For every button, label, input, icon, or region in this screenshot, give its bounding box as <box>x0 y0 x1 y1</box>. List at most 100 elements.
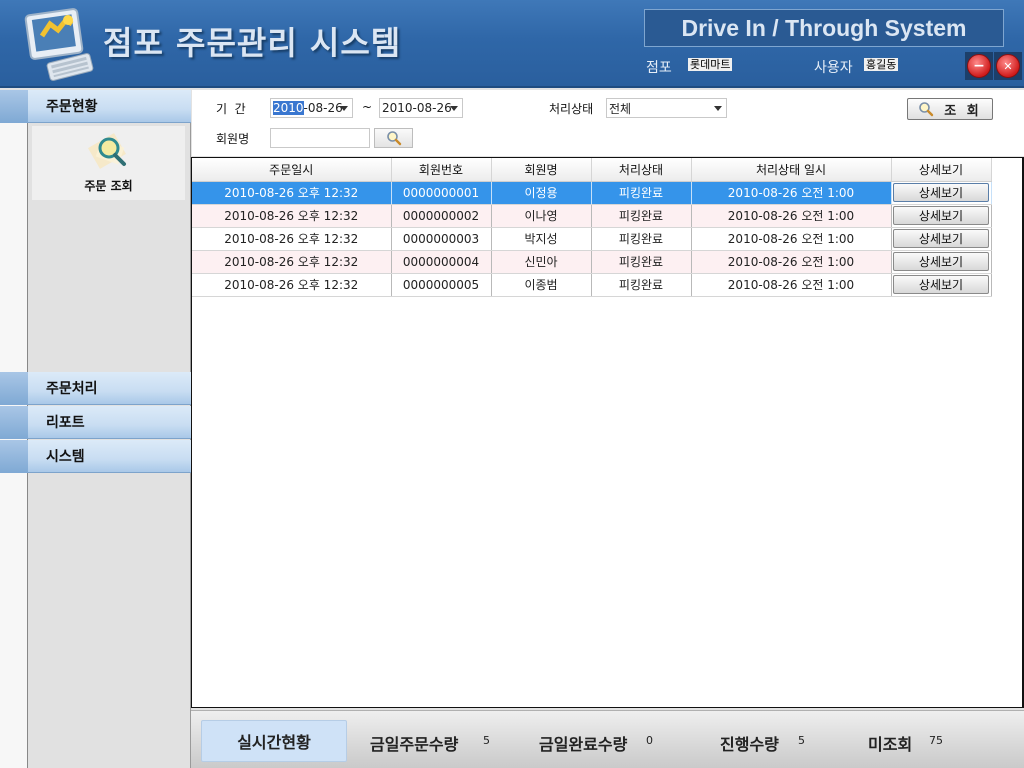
date-from-rest: -08-26 <box>303 101 343 115</box>
table-row[interactable]: 2010-08-26 오후 12:32 0000000004 신민아 피킹완료 … <box>192 250 992 274</box>
unviewed-value: 75 <box>929 734 943 747</box>
orders-table: 주문일시 회원번호 회원명 처리상태 처리상태 일시 상세보기 2010-08-… <box>192 158 992 297</box>
column-header-order-time[interactable]: 주문일시 <box>192 158 392 182</box>
table-row[interactable]: 2010-08-26 오후 12:32 0000000001 이정용 피킹완료 … <box>192 181 992 205</box>
chevron-down-icon[interactable] <box>714 106 722 111</box>
cell-member-no: 0000000003 <box>391 227 492 251</box>
computer-logo-icon <box>24 8 94 81</box>
date-from-year-selected: 2010 <box>273 101 304 115</box>
column-header-status-time[interactable]: 처리상태 일시 <box>691 158 892 182</box>
sidebar-subitem-label: 주문 조회 <box>84 179 133 193</box>
sidebar-item-system[interactable]: 시스템 <box>28 440 191 473</box>
cell-status: 피킹완료 <box>591 273 692 297</box>
column-header-member-no[interactable]: 회원번호 <box>391 158 492 182</box>
period-label: 기 간 <box>216 102 246 116</box>
minimize-icon: − <box>973 58 985 74</box>
member-search-button[interactable] <box>374 128 413 148</box>
unviewed-label: 미조회 <box>868 735 913 754</box>
cell-member-name: 이종범 <box>491 273 592 297</box>
member-name-input[interactable] <box>270 128 370 148</box>
sidebar-item-order-status[interactable]: 주문현황 <box>28 90 191 123</box>
cell-status-time: 2010-08-26 오전 1:00 <box>691 181 892 205</box>
close-icon: ✕ <box>1003 59 1013 73</box>
minimize-button[interactable]: − <box>967 54 991 78</box>
cell-detail: 상세보기 <box>891 204 992 228</box>
cell-status: 피킹완료 <box>591 227 692 251</box>
cell-status: 피킹완료 <box>591 250 692 274</box>
orders-grid: 주문일시 회원번호 회원명 처리상태 처리상태 일시 상세보기 2010-08-… <box>191 157 1024 708</box>
cell-member-name: 이정용 <box>491 181 592 205</box>
strip-band <box>0 372 28 405</box>
left-strip <box>0 90 28 768</box>
today-orders-value: 5 <box>483 734 490 747</box>
sidebar-subitem-order-search[interactable]: 주문 조회 <box>32 126 185 200</box>
live-status-tab[interactable]: 실시간현황 <box>201 720 347 762</box>
status-select[interactable]: 전체 <box>606 98 727 118</box>
cell-status-time: 2010-08-26 오전 1:00 <box>691 273 892 297</box>
cell-order-time: 2010-08-26 오후 12:32 <box>192 273 392 297</box>
search-button[interactable]: 조 회 <box>907 98 993 120</box>
member-name-label: 회원명 <box>216 132 250 146</box>
cell-status: 피킹완료 <box>591 181 692 205</box>
date-from-picker[interactable]: 2010 -08-26 <box>270 98 353 118</box>
cell-member-no: 0000000004 <box>391 250 492 274</box>
app-title: 점포 주문관리 시스템 <box>103 24 402 62</box>
table-row[interactable]: 2010-08-26 오후 12:32 0000000005 이종범 피킹완료 … <box>192 273 992 297</box>
cell-order-time: 2010-08-26 오후 12:32 <box>192 227 392 251</box>
live-status-label: 실시간현황 <box>237 733 311 752</box>
cell-status-time: 2010-08-26 오전 1:00 <box>691 227 892 251</box>
date-to-value: 2010-08-26 <box>382 101 452 115</box>
cell-status: 피킹완료 <box>591 204 692 228</box>
cell-order-time: 2010-08-26 오후 12:32 <box>192 250 392 274</box>
detail-button[interactable]: 상세보기 <box>893 206 989 225</box>
detail-button[interactable]: 상세보기 <box>893 252 989 271</box>
sidebar-item-order-processing[interactable]: 주문처리 <box>28 372 191 405</box>
sidebar-item-report[interactable]: 리포트 <box>28 406 191 439</box>
column-header-member-name[interactable]: 회원명 <box>491 158 592 182</box>
range-separator: ~ <box>362 100 373 114</box>
strip-band <box>0 90 28 123</box>
chevron-down-icon[interactable] <box>450 106 458 111</box>
status-label: 처리상태 <box>549 102 594 116</box>
strip-band <box>0 406 28 439</box>
cell-detail: 상세보기 <box>891 181 992 205</box>
search-button-label: 조 회 <box>944 103 982 119</box>
date-to-picker[interactable]: 2010-08-26 <box>379 98 463 118</box>
chevron-down-icon[interactable] <box>340 106 348 111</box>
filter-panel: 기 간 2010 -08-26 ~ 2010-08-26 처리상태 전체 조 회 … <box>192 90 1024 156</box>
cell-status-time: 2010-08-26 오전 1:00 <box>691 204 892 228</box>
cell-detail: 상세보기 <box>891 273 992 297</box>
search-icon <box>919 102 934 117</box>
store-value: 롯데마트 <box>688 58 733 71</box>
detail-button[interactable]: 상세보기 <box>893 275 989 294</box>
app-header: 점포 주문관리 시스템 Drive In / Through System 점포… <box>0 0 1024 88</box>
detail-button[interactable]: 상세보기 <box>893 229 989 248</box>
brand-text: Drive In / Through System <box>681 14 967 41</box>
status-bar: 실시간현황 금일주문수량 5 금일완료수량 0 진행수량 5 미조회 75 <box>191 710 1024 768</box>
cell-member-no: 0000000001 <box>391 181 492 205</box>
in-progress-value: 5 <box>798 734 805 747</box>
cell-order-time: 2010-08-26 오후 12:32 <box>192 204 392 228</box>
cell-member-name: 신민아 <box>491 250 592 274</box>
today-orders-label: 금일주문수량 <box>370 735 459 754</box>
status-select-value: 전체 <box>609 101 632 116</box>
cell-detail: 상세보기 <box>891 250 992 274</box>
cell-status-time: 2010-08-26 오전 1:00 <box>691 250 892 274</box>
table-row[interactable]: 2010-08-26 오후 12:32 0000000002 이나영 피킹완료 … <box>192 204 992 228</box>
sidebar-item-label: 주문처리 <box>46 381 98 397</box>
strip-band <box>0 440 28 473</box>
column-header-detail[interactable]: 상세보기 <box>891 158 992 182</box>
sidebar-item-label: 리포트 <box>46 415 85 431</box>
close-button[interactable]: ✕ <box>996 54 1020 78</box>
search-icon <box>386 131 401 146</box>
sidebar-item-label: 주문현황 <box>46 99 98 115</box>
today-completed-label: 금일완료수량 <box>539 735 628 754</box>
sidebar-item-label: 시스템 <box>46 449 85 465</box>
sidebar: 주문현황 주문 조회 주문처리 리포트 시스템 <box>28 90 191 768</box>
user-label: 사용자 <box>814 60 853 76</box>
table-header-row: 주문일시 회원번호 회원명 처리상태 처리상태 일시 상세보기 <box>192 158 992 182</box>
table-row[interactable]: 2010-08-26 오후 12:32 0000000003 박지성 피킹완료 … <box>192 227 992 251</box>
column-header-status[interactable]: 처리상태 <box>591 158 692 182</box>
detail-button[interactable]: 상세보기 <box>893 183 989 202</box>
cell-member-name: 이나영 <box>491 204 592 228</box>
